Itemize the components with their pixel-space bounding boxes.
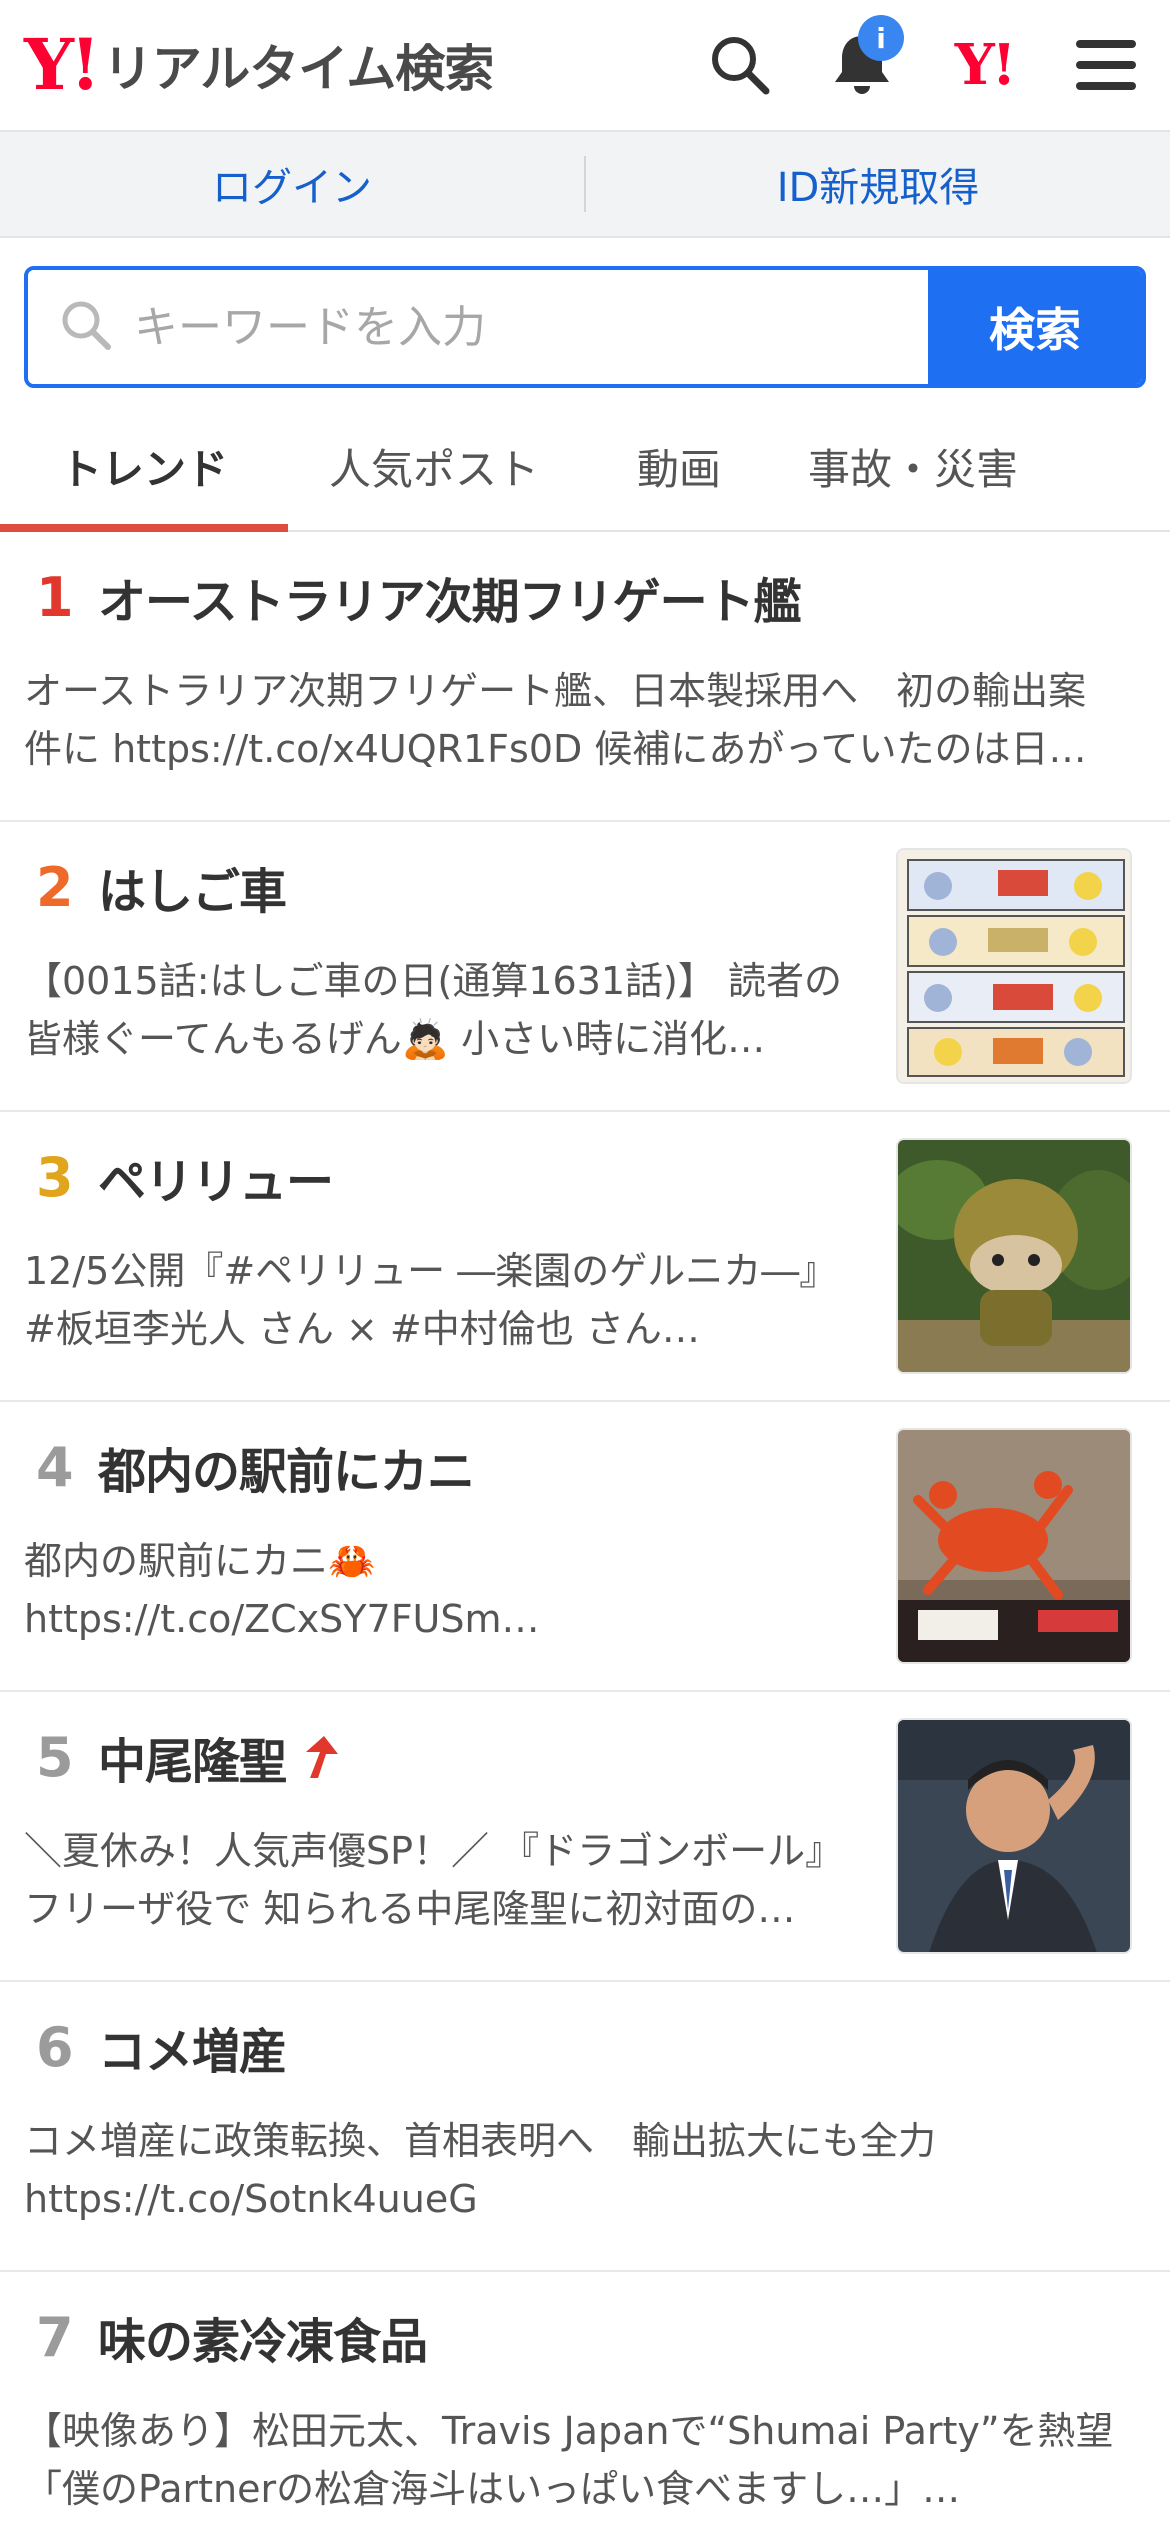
search-section: 検索 xyxy=(0,238,1170,388)
search-input-wrap xyxy=(28,270,928,384)
trend-rank: 1 xyxy=(36,565,74,629)
trend-title: オーストラリア次期フリゲート艦 xyxy=(98,574,802,630)
tab-accidents-disasters[interactable]: 事故・災害 xyxy=(778,402,1048,530)
logo-text: リアルタイム検索 xyxy=(102,40,494,98)
trend-title: コメ増産 xyxy=(98,2024,287,2080)
trend-title: 味の素冷凍食品 xyxy=(98,2314,428,2370)
hamburger-menu-icon[interactable] xyxy=(1070,29,1142,101)
trend-thumbnail-person xyxy=(896,1718,1132,1954)
rank-up-arrow-icon xyxy=(300,1734,340,1780)
search-input[interactable] xyxy=(134,301,928,353)
notification-bell-icon[interactable]: i xyxy=(826,15,904,101)
trend-item-5[interactable]: 5 中尾隆聖 ＼夏休み！人気声優SP！／ 『ドラゴンボール』フリーザ役で 知られ… xyxy=(0,1692,1170,1982)
trend-rank: 2 xyxy=(36,855,74,919)
trend-title: ペリリュー xyxy=(98,1154,334,1210)
search-icon[interactable] xyxy=(704,29,776,101)
trend-rank: 6 xyxy=(36,2015,74,2079)
trend-list: 1 オーストラリア次期フリゲート艦 オーストラリア次期フリゲート艦、日本製採用へ… xyxy=(0,532,1170,2532)
logo-mark: Y! xyxy=(24,23,101,106)
trend-title: 中尾隆聖 xyxy=(98,1734,287,1790)
trend-item-1[interactable]: 1 オーストラリア次期フリゲート艦 オーストラリア次期フリゲート艦、日本製採用へ… xyxy=(0,532,1170,822)
trend-thumbnail-crab-sign xyxy=(896,1428,1132,1664)
header-icons: i Y! xyxy=(654,15,1142,101)
trend-rank: 4 xyxy=(36,1435,74,1499)
search-box: 検索 xyxy=(24,266,1146,388)
trend-description: 【映像あり】松田元太、Travis Japanで“Shumai Party”を熱… xyxy=(24,2409,1114,2511)
trend-description: コメ増産に政策転換、首相表明へ 輸出拡大にも全力 https://t.co/So… xyxy=(24,2119,937,2221)
tab-trend[interactable]: トレンド xyxy=(0,402,288,532)
trend-rank: 7 xyxy=(36,2305,74,2369)
register-link[interactable]: ID新規取得 xyxy=(586,155,1170,213)
trend-description: 12/5公開『#ペリリュー ―楽園のゲルニカ―』 #板垣李光人 さん × #中村… xyxy=(24,1249,838,1351)
trend-thumbnail-manga xyxy=(896,848,1132,1084)
trend-description: ＼夏休み！人気声優SP！／ 『ドラゴンボール』フリーザ役で 知られる中尾隆聖に初… xyxy=(24,1829,844,1931)
yahoo-japan-icon[interactable]: Y! xyxy=(948,29,1020,101)
yahoo-realtime-logo[interactable]: Y! リアルタイム検索 xyxy=(24,23,494,106)
trend-item-3[interactable]: 3 ペリリュー 12/5公開『#ペリリュー ―楽園のゲルニカ―』 #板垣李光人 … xyxy=(0,1112,1170,1402)
trend-description: 都内の駅前にカニ🦀 https://t.co/ZCxSY7FUSm… xyxy=(24,1539,540,1641)
trend-title: 都内の駅前にカニ xyxy=(98,1444,475,1500)
header: Y! リアルタイム検索 i Y! xyxy=(0,0,1170,132)
search-field-icon xyxy=(58,297,114,357)
trend-rank: 3 xyxy=(36,1145,74,1209)
trend-description: オーストラリア次期フリゲート艦、日本製採用へ 初の輸出案件に https://t… xyxy=(24,669,1087,771)
trend-item-7[interactable]: 7 味の素冷凍食品 【映像あり】松田元太、Travis Japanで“Shuma… xyxy=(0,2272,1170,2532)
trend-description: 【0015話:はしご車の日(通算1631話)】 読者の皆様ぐーてんもるげん🙇🏻 … xyxy=(24,959,842,1061)
trend-rank: 5 xyxy=(36,1725,74,1789)
yj-mark: Y! xyxy=(954,32,1017,98)
trend-title: はしご車 xyxy=(98,864,287,920)
app-root: Y! リアルタイム検索 i Y! ログイン ID新規取得 キーワードを入力 検索… xyxy=(0,0,1170,2532)
notification-badge: i xyxy=(858,15,904,61)
trend-thumbnail-soldier-figure xyxy=(896,1138,1132,1374)
trend-item-4[interactable]: 4 都内の駅前にカニ 都内の駅前にカニ🦀 https://t.co/ZCxSY7… xyxy=(0,1402,1170,1692)
search-button[interactable]: 検索 xyxy=(928,270,1142,384)
tab-bar: トレンド 人気ポスト 動画 事故・災害 xyxy=(0,402,1170,532)
tab-popular-posts[interactable]: 人気ポスト xyxy=(288,402,580,530)
login-bar: ログイン ID新規取得 xyxy=(0,132,1170,238)
tab-videos[interactable]: 動画 xyxy=(580,402,778,530)
login-link[interactable]: ログイン xyxy=(0,155,584,213)
trend-item-2[interactable]: 2 はしご車 【0015話:はしご車の日(通算1631話)】 読者の皆様ぐーてん… xyxy=(0,822,1170,1112)
trend-item-6[interactable]: 6 コメ増産 コメ増産に政策転換、首相表明へ 輸出拡大にも全力 https://… xyxy=(0,1982,1170,2272)
